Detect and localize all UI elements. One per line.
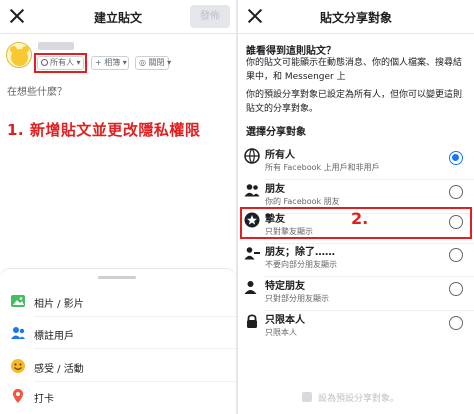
option-label: 感受 / 活動 [34,364,84,375]
default-audience-note: 你的預設分享對象已設定為所有人，但你可以變更這則貼文的分享對象。 [246,90,463,114]
annotation-step-2: 2. [351,209,369,228]
option-subtitle: 只對部分朋友顯示 [265,294,329,303]
option-photo-video[interactable]: 相片 / 影片 [0,287,236,317]
create-post-header: 建立貼文 發佈 [0,0,236,34]
audience-option-specific-friends[interactable]: 特定朋友 只對部分朋友顯示 [238,275,474,311]
option-title: 朋友 [265,184,285,195]
post-options-sheet: 相片 / 影片 標註用戶 感受 / 活動 打卡 [0,268,236,414]
radio-unselected[interactable] [449,248,463,262]
option-label: 標註用戶 [34,331,74,342]
option-title: 特定朋友 [265,281,305,292]
option-feeling[interactable]: 感受 / 活動 [0,352,236,382]
specific-friends-icon [244,281,257,294]
audience-option-only-me[interactable]: 只限本人 只限本人 [238,309,474,345]
album-selector[interactable]: + 相簿 ▾ [91,56,129,70]
radio-unselected[interactable] [449,282,463,296]
friends-icon [244,184,260,197]
instagram-toggle[interactable]: ◎ 關閉 ▾ [135,56,171,70]
instagram-label: 關閉 [148,58,165,67]
section-heading: 選擇分享對象 [246,127,306,138]
option-title: 所有人 [265,150,295,161]
globe-icon [244,148,260,164]
option-label: 打卡 [34,394,54,405]
option-subtitle: 只限本人 [265,328,297,337]
sheet-handle[interactable] [98,276,136,279]
check-in-icon [13,389,23,403]
checkbox-icon [302,392,312,402]
audience-option-friends-except[interactable]: 朋友；除了…… 不要向部分朋友顯示 [238,241,474,277]
option-subtitle: 你的 Facebook 朋友 [265,197,340,206]
avatar [6,42,32,68]
tag-people-icon [11,327,25,339]
create-post-screen: 建立貼文 發佈 所有人 ▾ + 相簿 ▾ ◎ 關閉 ▾ 在想些什麼？ 1. 新增… [0,0,236,414]
option-subtitle: 不要向部分朋友顯示 [265,260,337,269]
lock-icon [247,314,257,328]
user-name-redacted [38,42,74,50]
audience-title: 貼文分享對象 [319,11,392,25]
audience-header: 貼文分享對象 [238,0,474,34]
audience-description: 你的貼文可能顯示在動態消息、你的個人檔案、搜尋結果中，和 Messenger 上 [246,58,463,82]
set-default-checkbox[interactable]: 設為預設分享對象。 [302,391,399,404]
option-subtitle: 所有 Facebook 上用戶和非用戶 [265,163,380,172]
photo-icon [11,295,25,307]
post-button[interactable]: 發佈 [190,5,230,28]
post-text-input[interactable]: 在想些什麼？ [7,83,67,98]
annotation-highlight-box [34,53,87,73]
set-default-label: 設為預設分享對象。 [318,394,400,404]
option-check-in[interactable]: 打卡 [0,382,236,412]
radio-selected[interactable] [449,151,463,165]
audience-question: 誰看得到這則貼文？ [246,46,336,57]
feeling-icon [11,359,25,373]
friends-except-icon [244,247,260,260]
option-label: 相片 / 影片 [34,299,84,310]
audience-screen: 貼文分享對象 誰看得到這則貼文？ 你的貼文可能顯示在動態消息、你的個人檔案、搜尋… [238,0,474,414]
audience-option-public[interactable]: 所有人 所有 Facebook 上用戶和非用戶 [238,144,474,180]
option-tag-people[interactable]: 標註用戶 [0,319,236,349]
annotation-step-1: 1. 新增貼文並更改隱私權限 [7,121,201,139]
option-title: 朋友；除了…… [265,247,335,258]
radio-unselected[interactable] [449,185,463,199]
option-title: 只限本人 [265,315,305,326]
radio-unselected[interactable] [449,316,463,330]
album-label: + 相簿 [95,58,121,67]
